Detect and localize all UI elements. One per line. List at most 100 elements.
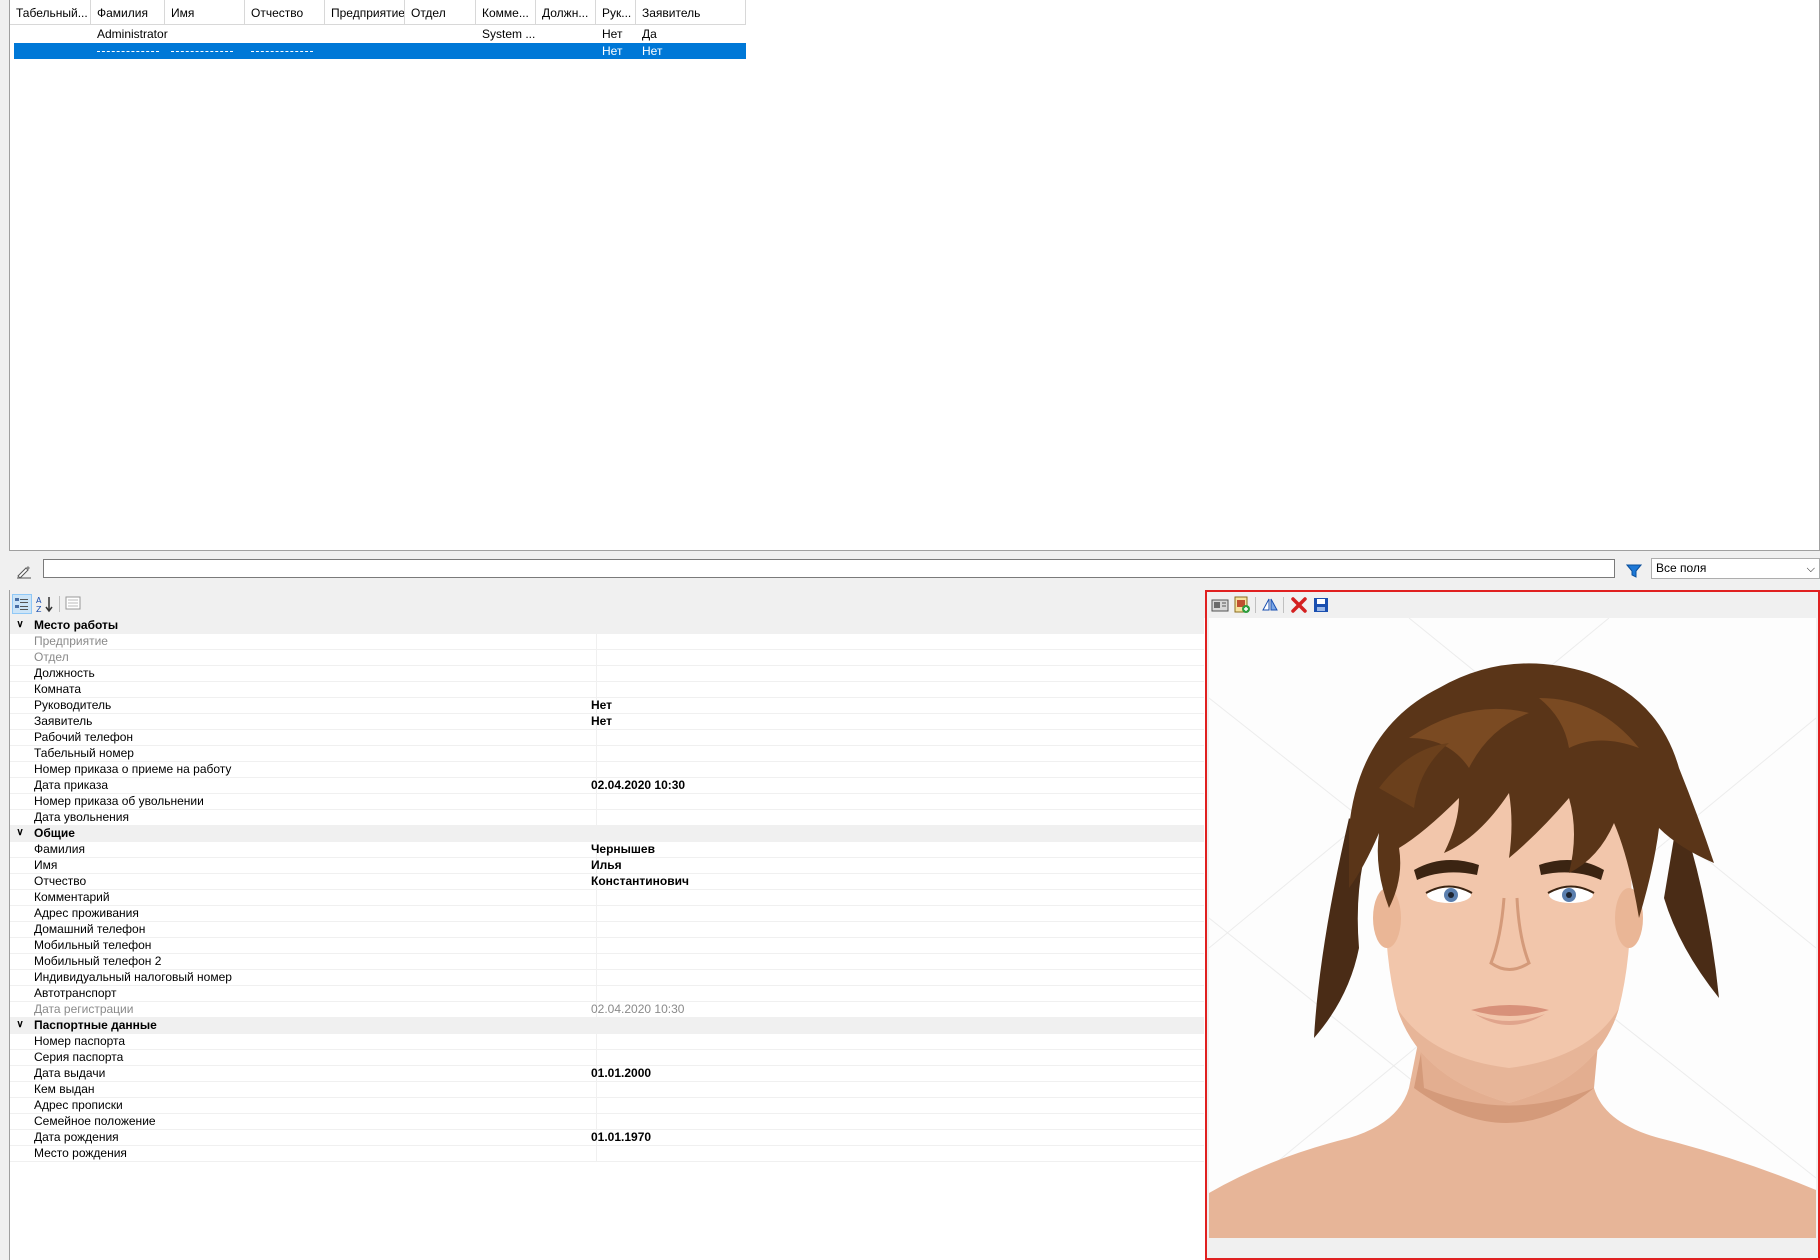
load-image-icon[interactable]: [1233, 596, 1251, 614]
property-row[interactable]: Индивидуальный налоговый номер: [10, 970, 1204, 986]
employee-photo[interactable]: [1209, 618, 1816, 1238]
col-header-applicant[interactable]: Заявитель: [636, 0, 746, 24]
property-value[interactable]: Чернышев: [591, 842, 655, 858]
property-name: Заявитель: [34, 714, 597, 730]
table-row-selected[interactable]: Нет Нет: [14, 43, 746, 59]
property-row[interactable]: Дата приказа 02.04.2020 10:30: [10, 778, 1204, 794]
property-name: Отдел: [34, 650, 597, 666]
property-row[interactable]: Мобильный телефон: [10, 938, 1204, 954]
property-row[interactable]: Мобильный телефон 2: [10, 954, 1204, 970]
property-name: Отчество: [34, 874, 597, 890]
cell-applicant: Да: [642, 27, 657, 41]
property-name: Предприятие: [34, 634, 597, 650]
property-name: Комната: [34, 682, 597, 698]
chevron-down-icon[interactable]: ∨: [14, 619, 26, 631]
property-value[interactable]: 02.04.2020 10:30: [591, 1002, 684, 1018]
employee-grid[interactable]: Табельный... Фамилия Имя Отчество Предпр…: [9, 0, 1820, 551]
delete-icon[interactable]: [1290, 596, 1308, 614]
property-name: Место рождения: [34, 1146, 597, 1162]
photo-toolbar: [1207, 592, 1818, 618]
property-row[interactable]: Табельный номер: [10, 746, 1204, 762]
category-title: Место работы: [34, 618, 119, 632]
property-name: Дата приказа: [34, 778, 597, 794]
search-input[interactable]: [43, 559, 1615, 578]
filter-funnel-icon[interactable]: [1626, 563, 1642, 579]
property-category[interactable]: ∨ Место работы: [10, 618, 1204, 634]
property-row[interactable]: Рабочий телефон: [10, 730, 1204, 746]
property-value[interactable]: Нет: [591, 714, 612, 730]
chevron-down-icon[interactable]: ∨: [14, 827, 26, 839]
sort-alphabetical-button[interactable]: A Z: [35, 594, 55, 614]
col-header-middlename[interactable]: Отчество: [245, 0, 325, 24]
table-row[interactable]: Administrator System ... Нет Да: [14, 26, 746, 42]
property-row[interactable]: Дата рождения 01.01.1970: [10, 1130, 1204, 1146]
property-grid[interactable]: A Z ∨ Место работы Предприятие Отдел Должнос…: [9, 590, 1206, 1260]
col-header-position[interactable]: Должн...: [536, 0, 596, 24]
camera-capture-icon[interactable]: [1211, 596, 1229, 614]
property-row[interactable]: Кем выдан: [10, 1082, 1204, 1098]
col-header-company[interactable]: Предприятие: [325, 0, 405, 24]
edit-pen-icon[interactable]: [16, 563, 32, 579]
property-name: Номер паспорта: [34, 1034, 597, 1050]
property-row[interactable]: Номер паспорта: [10, 1034, 1204, 1050]
property-row[interactable]: Предприятие: [10, 634, 1204, 650]
property-value[interactable]: 01.01.2000: [591, 1066, 651, 1082]
property-row[interactable]: Номер приказа о приеме на работу: [10, 762, 1204, 778]
property-name: Автотранспорт: [34, 986, 597, 1002]
category-title: Общие: [34, 826, 75, 840]
col-header-tabnum[interactable]: Табельный...: [10, 0, 91, 24]
property-row[interactable]: Комната: [10, 682, 1204, 698]
property-row[interactable]: Дата выдачи 01.01.2000: [10, 1066, 1204, 1082]
property-name: Должность: [34, 666, 597, 682]
category-title: Паспортные данные: [34, 1018, 157, 1032]
toolbar-separator: [1283, 597, 1284, 613]
svg-text:Z: Z: [36, 605, 42, 614]
svg-text:A: A: [36, 596, 42, 605]
property-pages-icon: [65, 596, 81, 610]
property-value[interactable]: 02.04.2020 10:30: [591, 778, 685, 794]
property-category[interactable]: ∨ Паспортные данные: [10, 1018, 1204, 1034]
property-row[interactable]: Заявитель Нет: [10, 714, 1204, 730]
property-value[interactable]: Илья: [591, 858, 622, 874]
property-row[interactable]: Номер приказа об увольнении: [10, 794, 1204, 810]
chevron-down-icon[interactable]: ∨: [14, 1019, 26, 1031]
property-value[interactable]: 01.01.1970: [591, 1130, 651, 1146]
property-row[interactable]: Место рождения: [10, 1146, 1204, 1162]
property-row[interactable]: Адрес проживания: [10, 906, 1204, 922]
property-value[interactable]: Нет: [591, 698, 612, 714]
property-row[interactable]: Отчество Константинович: [10, 874, 1204, 890]
save-icon[interactable]: [1312, 596, 1330, 614]
property-row[interactable]: Семейное положение: [10, 1114, 1204, 1130]
col-header-dept[interactable]: Отдел: [405, 0, 476, 24]
grid-header: Табельный... Фамилия Имя Отчество Предпр…: [10, 0, 746, 25]
empty-cell-marker: [171, 51, 233, 52]
property-row[interactable]: Отдел: [10, 650, 1204, 666]
chevron-down-icon: ⌵: [1806, 563, 1815, 575]
property-value[interactable]: Константинович: [591, 874, 689, 890]
property-row[interactable]: Фамилия Чернышев: [10, 842, 1204, 858]
property-name: Адрес проживания: [34, 906, 597, 922]
property-row[interactable]: Дата увольнения: [10, 810, 1204, 826]
property-row[interactable]: Дата регистрации 02.04.2020 10:30: [10, 1002, 1204, 1018]
mirror-image-icon[interactable]: [1261, 596, 1279, 614]
col-header-comment[interactable]: Комме...: [476, 0, 536, 24]
property-category[interactable]: ∨ Общие: [10, 826, 1204, 842]
property-name: Руководитель: [34, 698, 597, 714]
property-row[interactable]: Серия паспорта: [10, 1050, 1204, 1066]
property-row[interactable]: Должность: [10, 666, 1204, 682]
property-row[interactable]: Автотранспорт: [10, 986, 1204, 1002]
property-row[interactable]: Домашний телефон: [10, 922, 1204, 938]
field-select[interactable]: Все поля ⌵: [1651, 558, 1820, 579]
property-row[interactable]: Комментарий: [10, 890, 1204, 906]
property-name: Кем выдан: [34, 1082, 597, 1098]
property-row[interactable]: Руководитель Нет: [10, 698, 1204, 714]
property-pages-button[interactable]: [64, 594, 84, 614]
property-row[interactable]: Имя Илья: [10, 858, 1204, 874]
property-name: Фамилия: [34, 842, 597, 858]
col-header-lastname[interactable]: Фамилия: [91, 0, 165, 24]
col-header-manager[interactable]: Рук...: [596, 0, 636, 24]
categorized-view-button[interactable]: [12, 594, 32, 614]
col-header-firstname[interactable]: Имя: [165, 0, 245, 24]
toolbar-separator: [1255, 597, 1256, 613]
property-row[interactable]: Адрес прописки: [10, 1098, 1204, 1114]
